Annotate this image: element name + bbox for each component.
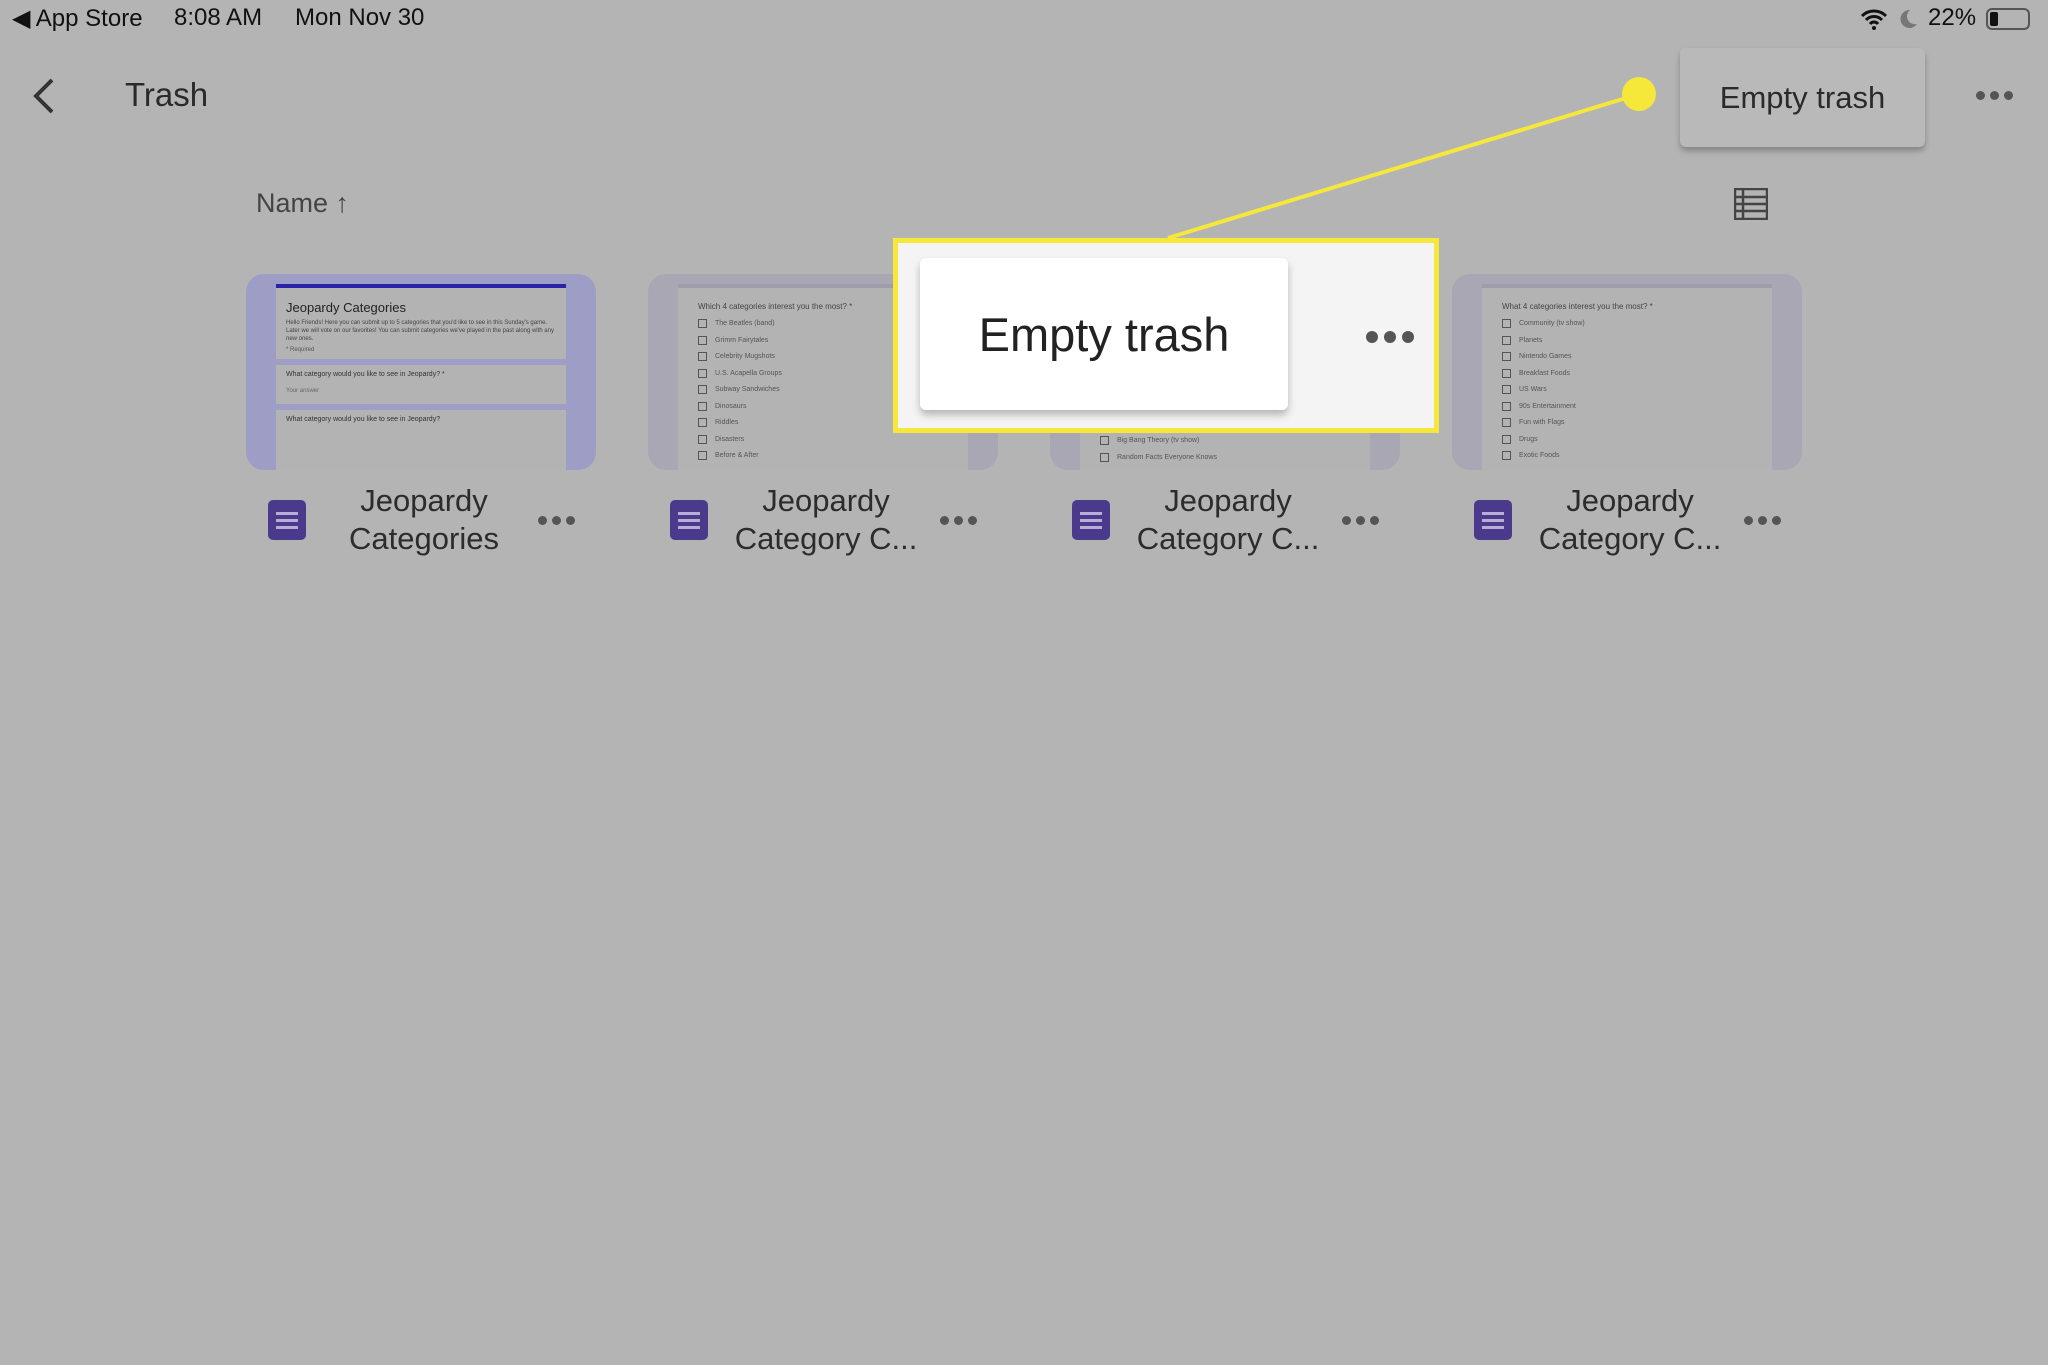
callout-more-icon (1366, 331, 1414, 343)
callout-empty-trash: Empty trash (920, 258, 1288, 410)
callout-zoom-box: Empty trash (893, 238, 1439, 433)
callout-connector (1167, 77, 1656, 240)
callout-dot (1622, 77, 1656, 111)
